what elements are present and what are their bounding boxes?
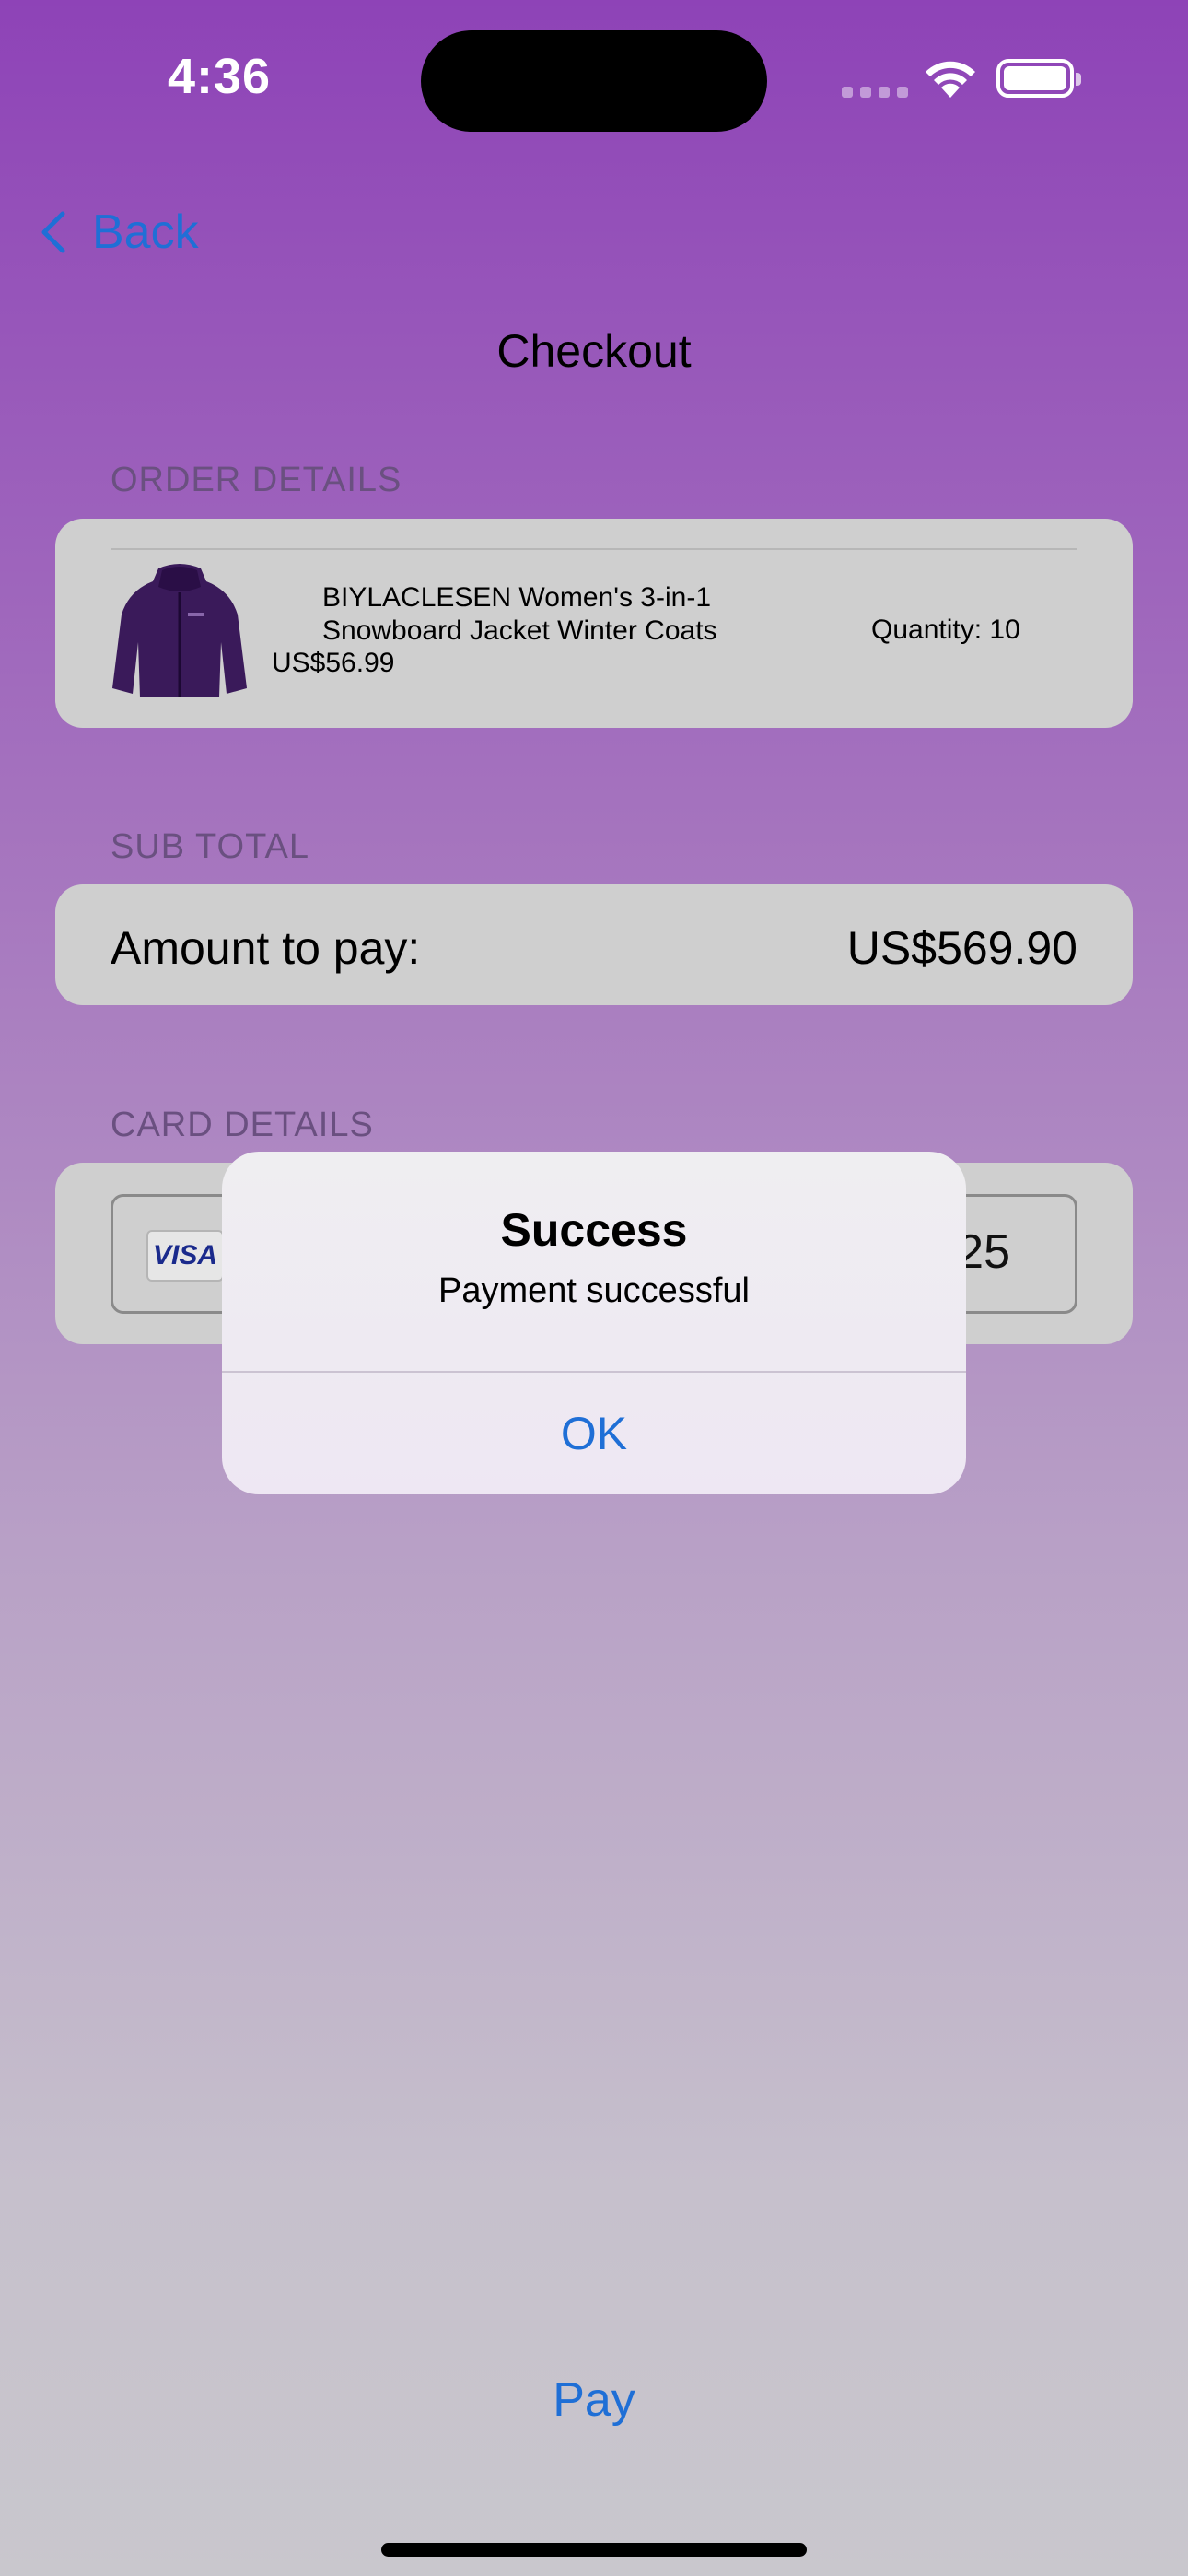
sub-total-card: Amount to pay: US$569.90 bbox=[55, 884, 1133, 1005]
alert-title: Success bbox=[500, 1204, 688, 1256]
cellular-signal-icon bbox=[842, 87, 908, 98]
status-time: 4:36 bbox=[168, 49, 272, 104]
product-name: BIYLACLESEN Women's 3-in-1 Snowboard Jac… bbox=[322, 582, 717, 646]
back-button[interactable]: Back bbox=[41, 205, 199, 260]
home-indicator[interactable] bbox=[381, 2543, 807, 2557]
battery-icon bbox=[996, 59, 1081, 98]
chevron-left-icon bbox=[41, 211, 65, 253]
amount-value: US$569.90 bbox=[846, 922, 1077, 974]
success-alert: Success Payment successful OK bbox=[222, 1152, 966, 1494]
amount-label: Amount to pay: bbox=[111, 922, 421, 974]
visa-icon: VISA bbox=[146, 1230, 224, 1282]
wifi-icon bbox=[921, 57, 980, 104]
alert-message: Payment successful bbox=[438, 1271, 750, 1310]
sub-total-header: SUB TOTAL bbox=[111, 827, 309, 866]
product-image bbox=[111, 559, 249, 708]
ok-button[interactable]: OK bbox=[222, 1373, 966, 1494]
order-details-card: BIYLACLESEN Women's 3-in-1 Snowboard Jac… bbox=[55, 519, 1133, 728]
pay-button[interactable]: Pay bbox=[0, 2372, 1188, 2428]
card-details-header: CARD DETAILS bbox=[111, 1106, 374, 1144]
back-label: Back bbox=[92, 205, 199, 259]
product-price: US$56.99 bbox=[272, 648, 395, 678]
divider bbox=[111, 548, 1077, 550]
dynamic-island bbox=[421, 30, 767, 132]
order-details-header: ORDER DETAILS bbox=[111, 461, 402, 499]
product-quantity: Quantity: 10 bbox=[871, 615, 1020, 645]
page-title: Checkout bbox=[496, 325, 692, 377]
